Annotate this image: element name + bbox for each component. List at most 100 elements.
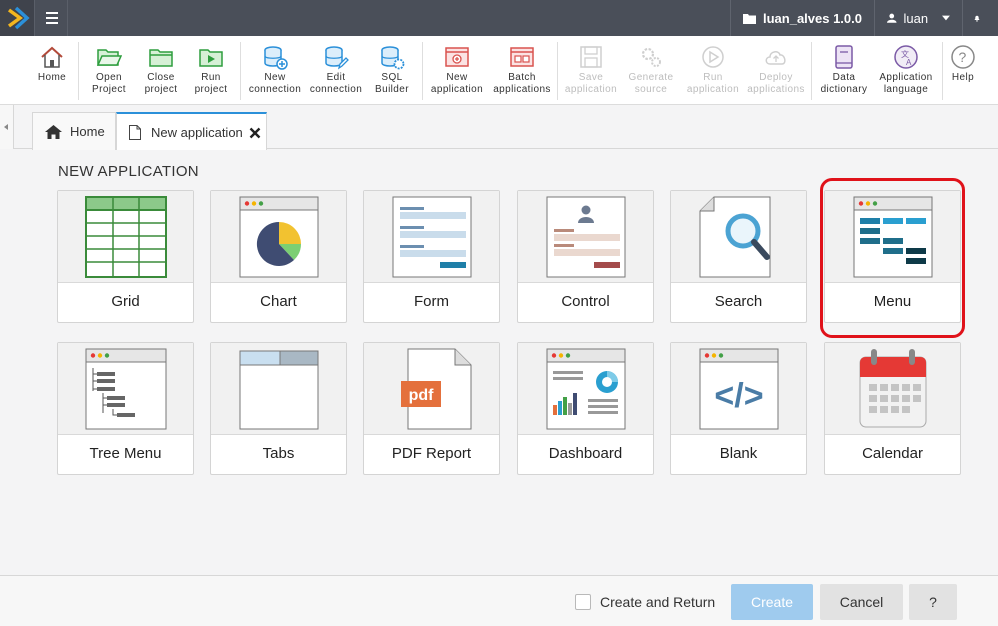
notifications-bell[interactable] (962, 0, 998, 36)
footer-bar: Create and Return Create Cancel ? (0, 575, 998, 626)
close-icon[interactable] (249, 127, 261, 139)
tab-bar: Home New application (0, 105, 998, 151)
app-type-chart-label: Chart (260, 293, 297, 310)
control-thumbnail (518, 191, 653, 283)
toolbar-new-connection-label: New connection (248, 72, 302, 95)
file-icon (129, 125, 141, 140)
save-icon (580, 46, 602, 68)
project-selector[interactable]: luan_alves 1.0.0 (729, 0, 874, 36)
app-type-search-label: Search (714, 293, 763, 310)
dictionary-icon (835, 45, 853, 69)
toolbar-sql-builder-button[interactable]: SQL Builder (367, 36, 417, 105)
tab-new-application-label: New application (151, 125, 243, 140)
toolbar-save-application-button[interactable]: Save application (562, 36, 620, 105)
page-title: NEW APPLICATION (58, 163, 199, 180)
app-type-control[interactable]: Control (517, 190, 654, 323)
close-folder-icon (149, 49, 173, 67)
control-icon (546, 196, 626, 278)
blank-code-glyph: </> (714, 377, 763, 415)
user-menu[interactable]: luan (874, 0, 962, 36)
app-type-form[interactable]: Form (363, 190, 500, 323)
tab-home-label: Home (70, 124, 105, 139)
toolbar-run-application-label: Run application (686, 72, 740, 95)
database-gear-icon (381, 46, 405, 70)
toolbar-generate-source-label: Generate source (628, 72, 674, 95)
app-type-pdf-report[interactable]: pdf PDF Report (363, 342, 500, 475)
help-icon: ? (951, 45, 975, 69)
toolbar-run-application-button[interactable]: Run application (683, 36, 743, 105)
pdf-report-thumbnail: pdf (364, 343, 499, 435)
toolbar-deploy-applications-label: Deploy applications (747, 72, 805, 95)
play-circle-icon (702, 46, 724, 68)
toolbar-open-project-label: Open Project (92, 72, 126, 95)
app-type-blank[interactable]: </> Blank (670, 342, 807, 475)
user-icon (887, 13, 897, 23)
home-icon (45, 124, 62, 139)
project-label: luan_alves 1.0.0 (762, 10, 862, 26)
tab-new-application[interactable]: New application (116, 112, 267, 151)
toolbar-application-language-label: Application language (879, 72, 933, 95)
tree-menu-icon (85, 348, 167, 430)
create-button[interactable]: Create (731, 584, 813, 620)
app-type-search[interactable]: Search (670, 190, 807, 323)
app-type-tree-menu-label: Tree Menu (89, 445, 162, 462)
app-type-grid[interactable]: Grid (57, 190, 194, 323)
app-type-tree-menu[interactable]: Tree Menu (57, 342, 194, 475)
chart-thumbnail (211, 191, 346, 283)
toolbar-batch-applications-label: Batch applications (493, 72, 551, 95)
toolbar-home-label: Home (37, 72, 67, 83)
create-and-return-checkbox[interactable] (575, 594, 591, 610)
database-edit-icon (325, 46, 349, 70)
svg-text:A: A (906, 58, 912, 67)
app-type-dashboard-label: Dashboard (548, 445, 623, 462)
toolbar-run-project-button[interactable]: Run project (187, 36, 235, 105)
run-folder-icon (199, 49, 223, 67)
collapse-panel-toggle[interactable] (0, 105, 14, 149)
pdf-badge: pdf (409, 387, 435, 404)
cloud-upload-icon (765, 51, 786, 65)
grid-thumbnail (58, 191, 193, 283)
tree-menu-thumbnail (58, 343, 193, 435)
toolbar-edit-connection-button[interactable]: Edit connection (307, 36, 365, 105)
create-and-return-label[interactable]: Create and Return (600, 594, 715, 610)
toolbar-new-application-button[interactable]: New application (428, 36, 486, 105)
toolbar-data-dictionary-button[interactable]: Data dictionary (817, 36, 871, 105)
batch-applications-icon (510, 47, 534, 67)
translate-icon: 文A (894, 45, 918, 69)
pie-chart-icon (239, 196, 319, 278)
toolbar-home-button[interactable]: Home (30, 36, 74, 105)
app-type-grid-label: Grid (111, 293, 140, 310)
main-toolbar: Home Open Project Close project Run project… (0, 36, 998, 105)
bell-icon (974, 15, 980, 22)
calendar-icon (859, 349, 927, 428)
app-type-chart[interactable]: Chart (210, 190, 347, 323)
pdf-file-icon: pdf (401, 348, 472, 430)
app-type-calendar[interactable]: Calendar (824, 342, 961, 475)
toolbar-open-project-button[interactable]: Open Project (85, 36, 133, 105)
toolbar-help-button[interactable]: ? Help (946, 36, 980, 105)
toolbar-new-connection-button[interactable]: New connection (246, 36, 304, 105)
cancel-button[interactable]: Cancel (820, 584, 903, 620)
toolbar-batch-applications-button[interactable]: Batch applications (490, 36, 554, 105)
app-type-calendar-label: Calendar (862, 445, 923, 462)
app-type-dashboard[interactable]: Dashboard (517, 342, 654, 475)
database-add-icon (264, 46, 288, 70)
tabs-icon (239, 350, 319, 430)
dashboard-icon (546, 348, 626, 430)
grid-icon (85, 196, 167, 278)
toolbar-generate-source-button[interactable]: Generate source (624, 36, 678, 105)
home-icon (41, 46, 63, 68)
scriptcase-logo[interactable] (0, 0, 34, 36)
svg-text:?: ? (959, 49, 967, 65)
app-type-tabs[interactable]: Tabs (210, 342, 347, 475)
dashboard-thumbnail (518, 343, 653, 435)
toolbar-deploy-applications-button[interactable]: Deploy applications (745, 36, 807, 105)
hamburger-menu-icon[interactable] (34, 0, 68, 36)
top-bar: luan_alves 1.0.0 luan (0, 0, 998, 36)
toolbar-help-label: Help (951, 72, 975, 83)
tabs-thumbnail (211, 343, 346, 435)
help-button[interactable]: ? (909, 584, 957, 620)
toolbar-close-project-button[interactable]: Close project (137, 36, 185, 105)
toolbar-application-language-button[interactable]: 文A Application language (875, 36, 937, 105)
tab-home[interactable]: Home (32, 112, 116, 150)
